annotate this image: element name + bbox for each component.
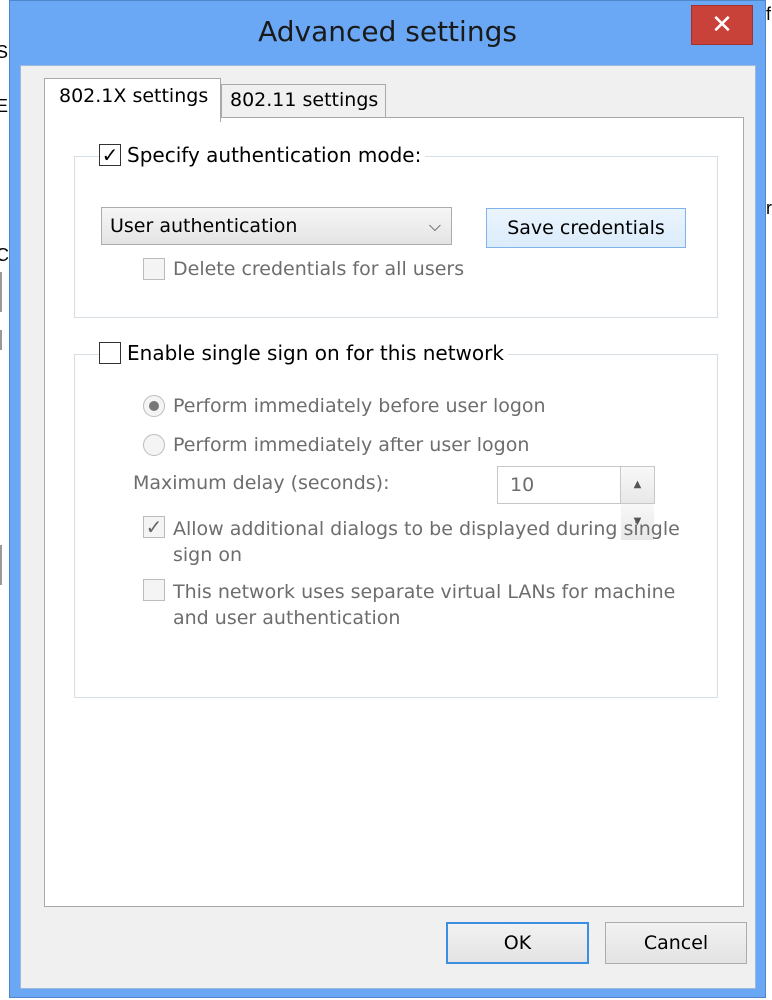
specify-authentication-mode-label: Specify authentication mode:: [127, 143, 422, 167]
separate-vlans-checkbox[interactable]: [143, 579, 165, 601]
background-text: C: [0, 245, 9, 265]
authentication-mode-value: User authentication: [110, 215, 298, 237]
separate-vlans-label-line2: and user authentication: [173, 607, 401, 629]
max-delay-spinner[interactable]: 10 ▲ ▼: [497, 466, 655, 540]
close-button[interactable]: ✕: [691, 5, 753, 45]
max-delay-label: Maximum delay (seconds):: [133, 472, 390, 494]
allow-dialogs-label-line2: sign on: [173, 544, 242, 566]
checkmark-icon: ✓: [101, 143, 119, 167]
checkmark-icon: ✓: [145, 515, 163, 539]
specify-authentication-mode-checkbox[interactable]: ✓: [99, 144, 121, 166]
title-bar[interactable]: Advanced settings ✕: [10, 1, 765, 65]
before-logon-label: Perform immediately before user logon: [173, 395, 546, 417]
delete-credentials-label: Delete credentials for all users: [173, 258, 465, 280]
cancel-button[interactable]: Cancel: [605, 922, 747, 964]
background-divider: [0, 272, 8, 312]
delete-credentials-checkbox[interactable]: [143, 258, 165, 280]
background-divider: [0, 330, 8, 350]
separate-vlans-label: This network uses separate virtual LANs …: [173, 579, 675, 631]
before-logon-option[interactable]: Perform immediately before user logon: [143, 395, 546, 417]
background-text: r: [766, 198, 772, 218]
spin-up-icon[interactable]: ▲: [621, 467, 654, 503]
background-text: S: [0, 42, 9, 62]
allow-dialogs-row[interactable]: ✓ Allow additional dialogs to be display…: [143, 516, 680, 568]
before-logon-radio[interactable]: [143, 395, 165, 417]
allow-dialogs-label: Allow additional dialogs to be displayed…: [173, 516, 680, 568]
allow-dialogs-label-line1: Allow additional dialogs to be displayed…: [173, 518, 680, 540]
enable-sso-label: Enable single sign on for this network: [127, 341, 504, 365]
background-window-right: f r: [766, 0, 772, 1000]
advanced-settings-dialog: Advanced settings ✕ 802.1X settings 802.…: [9, 0, 766, 998]
max-delay-value: 10: [510, 474, 535, 496]
after-logon-option[interactable]: Perform immediately after user logon: [143, 434, 529, 456]
after-logon-label: Perform immediately after user logon: [173, 434, 530, 456]
delete-credentials-row[interactable]: Delete credentials for all users: [143, 258, 464, 280]
dialog-title: Advanced settings: [258, 15, 517, 48]
after-logon-radio[interactable]: [143, 434, 165, 456]
tab-panel-802-1x: ✓ Specify authentication mode: User auth…: [44, 117, 744, 907]
radio-selected-dot: [149, 401, 159, 411]
background-divider: [0, 545, 8, 585]
enable-sso-checkbox[interactable]: [99, 342, 121, 364]
background-text: f: [766, 4, 772, 24]
spinner-buttons: ▲ ▼: [620, 467, 654, 540]
enable-sso-row[interactable]: Enable single sign on for this network: [99, 341, 508, 365]
tab-802-11-settings[interactable]: 802.11 settings: [221, 84, 386, 118]
ok-button[interactable]: OK: [446, 922, 589, 964]
authentication-mode-select[interactable]: User authentication ⌵: [101, 207, 452, 245]
chevron-down-icon: ⌵: [428, 216, 441, 235]
tab-802-1x-settings[interactable]: 802.1X settings: [44, 78, 221, 122]
background-text: E: [0, 96, 9, 116]
specify-authentication-mode-row[interactable]: ✓ Specify authentication mode:: [99, 143, 426, 167]
close-icon: ✕: [711, 10, 733, 40]
dialog-client-area: 802.1X settings 802.11 settings ✓ Specif…: [20, 65, 756, 989]
allow-dialogs-checkbox[interactable]: ✓: [143, 516, 165, 538]
separate-vlans-label-line1: This network uses separate virtual LANs …: [173, 581, 676, 603]
separate-vlans-row[interactable]: This network uses separate virtual LANs …: [143, 579, 675, 631]
save-credentials-button[interactable]: Save credentials: [486, 208, 686, 248]
